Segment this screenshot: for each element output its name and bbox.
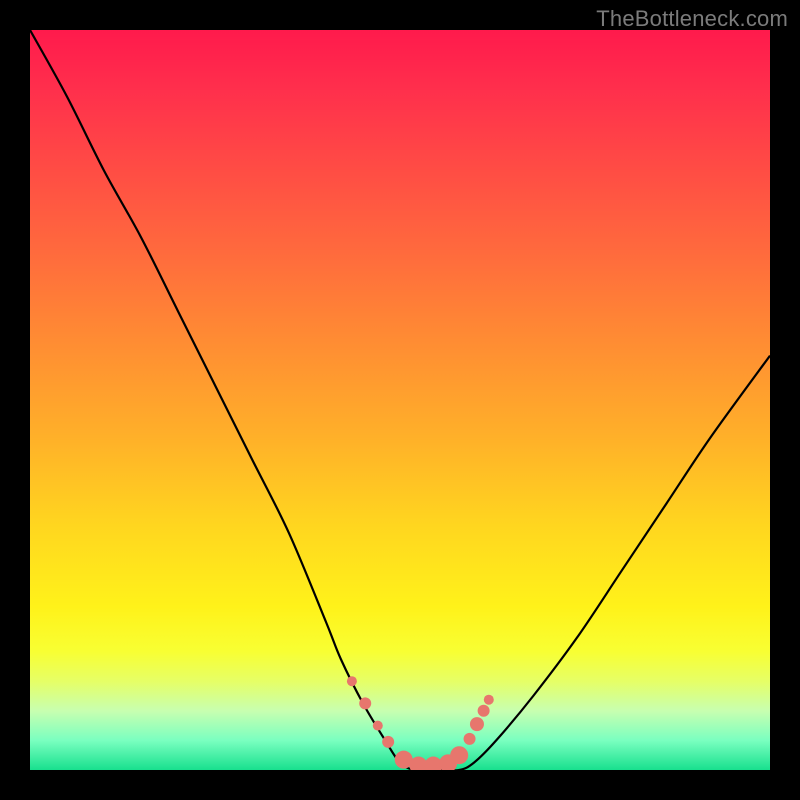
app-frame: TheBottleneck.com — [0, 0, 800, 800]
chart-svg — [30, 30, 770, 770]
curve-marker — [450, 746, 468, 764]
watermark-text: TheBottleneck.com — [596, 6, 788, 32]
curve-marker — [484, 695, 494, 705]
curve-marker — [478, 705, 490, 717]
curve-markers — [347, 676, 494, 770]
curve-marker — [373, 721, 383, 731]
curve-marker — [382, 736, 394, 748]
curve-marker — [347, 676, 357, 686]
bottleneck-curve — [30, 30, 770, 770]
chart-plot-area — [30, 30, 770, 770]
curve-marker — [470, 717, 484, 731]
curve-marker — [464, 733, 476, 745]
curve-marker — [359, 697, 371, 709]
